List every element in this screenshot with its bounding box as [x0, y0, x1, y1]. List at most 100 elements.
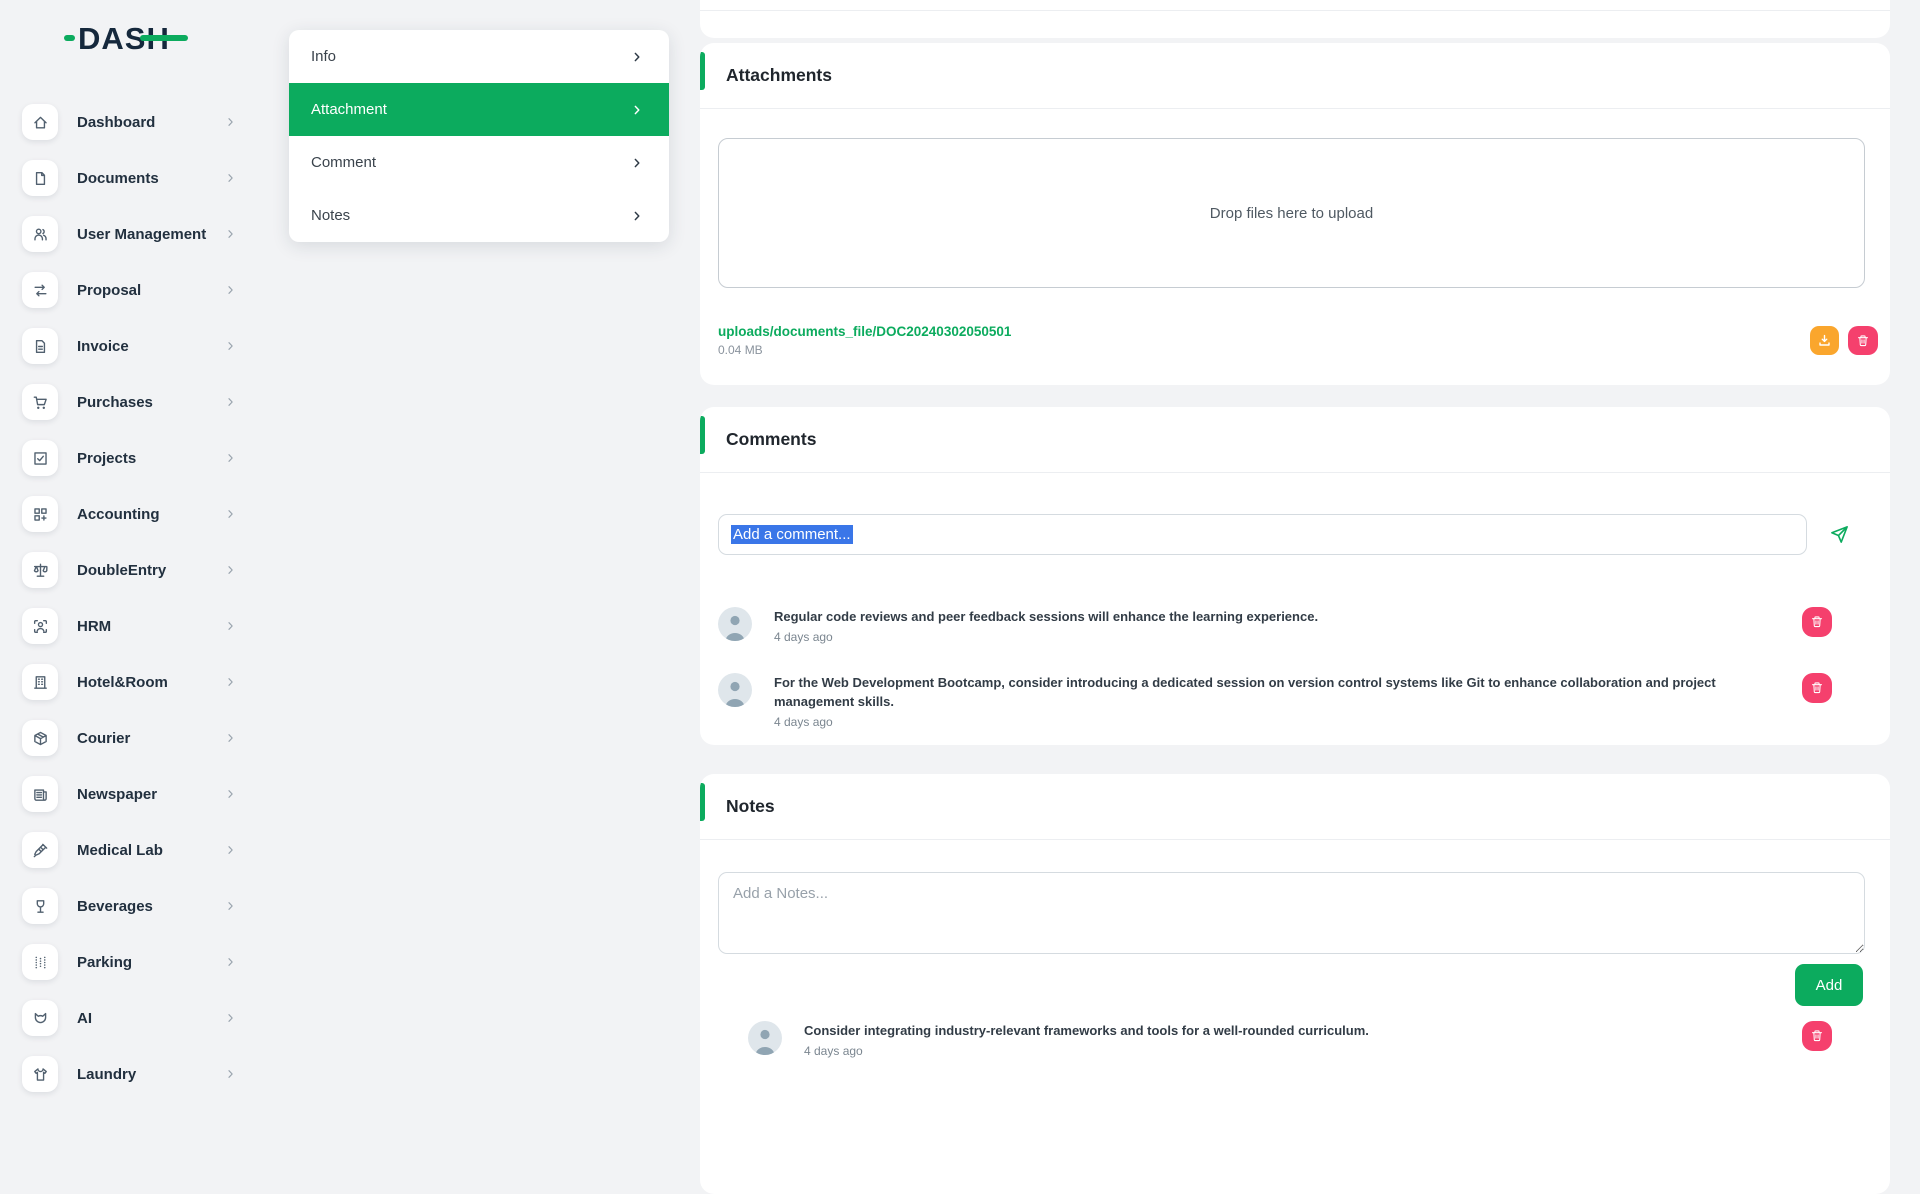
- sidebar-item-label: Documents: [77, 170, 159, 187]
- chevron-right-icon: [225, 733, 236, 744]
- chevron-right-icon: [225, 173, 236, 184]
- context-menu-item[interactable]: Attachment: [289, 83, 669, 136]
- section-accent-bar: [700, 783, 705, 821]
- chevron-right-icon: [225, 789, 236, 800]
- comment-time: 4 days ago: [774, 630, 1788, 644]
- context-menu-item-label: Attachment: [311, 101, 387, 118]
- comment-time: 4 days ago: [774, 715, 1788, 729]
- home-icon: [32, 114, 49, 131]
- notes-input[interactable]: [718, 872, 1865, 954]
- chevron-right-icon: [225, 957, 236, 968]
- trash-icon: [1856, 334, 1870, 348]
- context-menu-item[interactable]: Comment: [289, 136, 669, 189]
- trash-icon: [1810, 1029, 1824, 1043]
- comment-row: Regular code reviews and peer feedback s…: [700, 607, 1890, 644]
- sidebar-item[interactable]: User Management: [0, 206, 268, 262]
- sidebar-item-label: Invoice: [77, 338, 129, 355]
- sidebar-item[interactable]: Documents: [0, 150, 268, 206]
- sidebar-item[interactable]: AI: [0, 990, 268, 1046]
- chevron-right-icon: [225, 677, 236, 688]
- section-title: Comments: [726, 429, 816, 450]
- sidebar-item-label: Medical Lab: [77, 842, 163, 859]
- context-menu-item[interactable]: Info: [289, 30, 669, 83]
- context-menu-item-label: Notes: [311, 207, 350, 224]
- avatar: [718, 673, 752, 707]
- delete-comment-button[interactable]: [1802, 673, 1832, 703]
- scale-icon: [32, 562, 49, 579]
- document-icon: [32, 170, 49, 187]
- sidebar-item[interactable]: HRM: [0, 598, 268, 654]
- file-link[interactable]: uploads/documents_file/DOC20240302050501: [718, 324, 1011, 339]
- sidebar-item[interactable]: DoubleEntry: [0, 542, 268, 598]
- wine-glass-icon: [32, 898, 49, 915]
- comment-text: For the Web Development Bootcamp, consid…: [774, 674, 1788, 712]
- chevron-right-icon: [225, 901, 236, 912]
- newspaper-icon: [32, 786, 49, 803]
- chevron-right-icon: [631, 157, 643, 169]
- sidebar-item[interactable]: Courier: [0, 710, 268, 766]
- sidebar-item-label: Parking: [77, 954, 132, 971]
- sidebar-item[interactable]: Accounting: [0, 486, 268, 542]
- context-menu-item-label: Comment: [311, 154, 376, 171]
- context-menu-item[interactable]: Notes: [289, 189, 669, 242]
- sidebar-item[interactable]: Proposal: [0, 262, 268, 318]
- sidebar-item[interactable]: Dashboard: [0, 94, 268, 150]
- sidebar-item-label: Dashboard: [77, 114, 155, 131]
- comment-input[interactable]: Add a comment...: [718, 514, 1807, 555]
- sidebar-item-label: Newspaper: [77, 786, 157, 803]
- previous-card-bottom: [700, 0, 1890, 38]
- add-note-button[interactable]: Add: [1795, 964, 1863, 1006]
- sidebar-item-label: Hotel&Room: [77, 674, 168, 691]
- avatar: [718, 607, 752, 641]
- sidebar-item[interactable]: Invoice: [0, 318, 268, 374]
- sidebar-item-label: Projects: [77, 450, 136, 467]
- file-size: 0.04 MB: [718, 343, 1011, 357]
- chevron-right-icon: [631, 51, 643, 63]
- main-content: Attachments Drop files here to upload up…: [700, 0, 1890, 1194]
- sidebar-item[interactable]: Hotel&Room: [0, 654, 268, 710]
- divider: [700, 10, 1890, 11]
- sidebar-item[interactable]: Laundry: [0, 1046, 268, 1102]
- logo-bar-accent: [140, 35, 188, 41]
- sidebar-item-label: Accounting: [77, 506, 160, 523]
- syringe-icon: [32, 842, 49, 859]
- file-dropzone[interactable]: Drop files here to upload: [718, 138, 1865, 288]
- chevron-right-icon: [225, 1013, 236, 1024]
- comment-input-selected-text: Add a comment...: [731, 525, 853, 544]
- parking-icon: [32, 954, 49, 971]
- comments-header: Comments: [700, 407, 1890, 473]
- download-icon: [1817, 333, 1832, 348]
- swap-icon: [32, 282, 49, 299]
- sidebar-item-label: Purchases: [77, 394, 153, 411]
- section-accent-bar: [700, 52, 705, 90]
- comment-row: For the Web Development Bootcamp, consid…: [700, 673, 1890, 729]
- sidebar-item[interactable]: Purchases: [0, 374, 268, 430]
- sidebar-item-label: Proposal: [77, 282, 141, 299]
- note-time: 4 days ago: [804, 1044, 1788, 1058]
- chevron-right-icon: [631, 104, 643, 116]
- chevron-right-icon: [225, 341, 236, 352]
- sidebar-item[interactable]: Medical Lab: [0, 822, 268, 878]
- sidebar-item-label: DoubleEntry: [77, 562, 166, 579]
- dropzone-text: Drop files here to upload: [1210, 205, 1373, 222]
- sidebar-item[interactable]: Parking: [0, 934, 268, 990]
- sidebar-item-label: Courier: [77, 730, 130, 747]
- sidebar-item-label: AI: [77, 1010, 92, 1027]
- sidebar-item[interactable]: Projects: [0, 430, 268, 486]
- attachments-section: Attachments Drop files here to upload up…: [700, 43, 1890, 385]
- delete-comment-button[interactable]: [1802, 607, 1832, 637]
- attachments-header: Attachments: [700, 43, 1890, 109]
- download-button[interactable]: [1810, 326, 1839, 355]
- chevron-right-icon: [225, 1069, 236, 1080]
- chevron-right-icon: [225, 845, 236, 856]
- delete-note-button[interactable]: [1802, 1021, 1832, 1051]
- send-icon[interactable]: [1829, 524, 1850, 545]
- section-accent-bar: [700, 416, 705, 454]
- logo-dash-accent: [64, 35, 75, 41]
- delete-file-button[interactable]: [1848, 326, 1878, 355]
- context-menu: Info Attachment Comment Notes: [289, 30, 669, 242]
- notes-section: Notes Add Consider integrating industry-…: [700, 774, 1890, 1194]
- sidebar-item[interactable]: Beverages: [0, 878, 268, 934]
- sidebar-item-label: Beverages: [77, 898, 153, 915]
- sidebar-item[interactable]: Newspaper: [0, 766, 268, 822]
